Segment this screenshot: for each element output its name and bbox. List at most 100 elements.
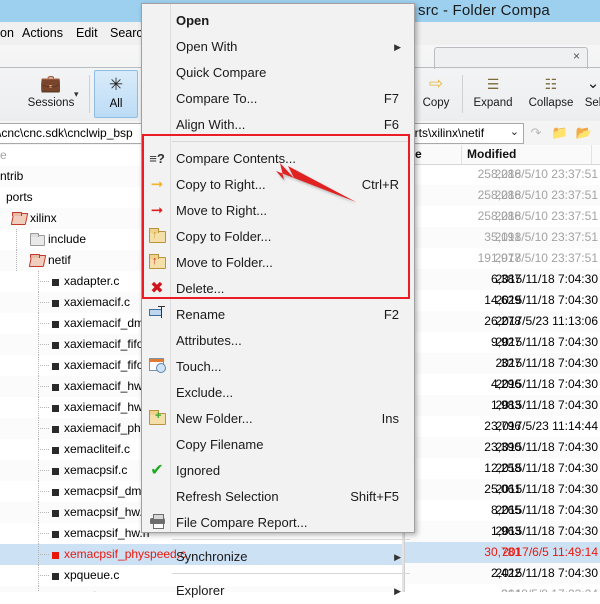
file-list-row[interactable]: 1,983 2015/11/18 7:04:30 bbox=[405, 395, 600, 416]
chevron-down-icon[interactable]: ⌄ bbox=[510, 125, 519, 138]
context-menu-item[interactable]: Open With ▶ bbox=[143, 34, 413, 60]
collapse-button[interactable]: ☷ Collapse bbox=[522, 71, 580, 110]
select-button-label: Sel bbox=[584, 97, 600, 109]
file-modified-cell: 2017/5/23 11:13:06 bbox=[495, 314, 598, 328]
file-list-row[interactable]: 35,191 2018/5/10 23:37:51 bbox=[405, 227, 600, 248]
context-menu-item[interactable]: ↑ Copy to Folder... bbox=[143, 224, 413, 250]
context-menu-item[interactable]: Compare To... F7 bbox=[143, 86, 413, 112]
file-modified-cell: 2018/5/10 23:37:51 bbox=[494, 167, 598, 181]
context-menu-item-label: Touch... bbox=[176, 359, 222, 374]
refresh-icon[interactable]: ↷ bbox=[526, 123, 546, 142]
file-list-pane[interactable]: ze Modified 258,286 2018/5/10 23:37:51 258… bbox=[404, 145, 600, 592]
folder-open-icon bbox=[12, 212, 27, 225]
arrow-right-icon: ⇨ bbox=[428, 74, 444, 93]
file-modified-cell: 2015/11/18 7:04:30 bbox=[495, 335, 598, 349]
file-modified-cell: 2015/11/18 7:04:30 bbox=[495, 272, 598, 286]
file-list-row[interactable]: 1,963 2015/11/18 7:04:30 bbox=[405, 521, 600, 542]
context-menu-item[interactable]: + New Folder... Ins bbox=[143, 406, 413, 432]
menubar-item-edit[interactable]: Edit bbox=[76, 26, 98, 40]
file-list-row[interactable]: 258,286 2018/5/10 23:37:51 bbox=[405, 164, 600, 185]
tree-twig-line bbox=[38, 512, 49, 513]
file-list-row[interactable]: 6,387 2015/11/18 7:04:30 bbox=[405, 269, 600, 290]
tree-twig-line bbox=[38, 386, 49, 387]
file-list-row[interactable]: 12,258 2015/11/18 7:04:30 bbox=[405, 458, 600, 479]
file-bullet-icon bbox=[52, 321, 59, 328]
up-folder-icon[interactable]: 📂 bbox=[574, 123, 594, 142]
select-button[interactable]: ⌄ Sel bbox=[578, 71, 600, 110]
file-list-row[interactable]: 25,061 2015/11/18 7:04:30 bbox=[405, 479, 600, 500]
context-menu[interactable]: Open Open With ▶ Quick Compare Compare To...… bbox=[141, 3, 415, 598]
file-modified-cell: 2015/11/18 7:04:30 bbox=[495, 440, 598, 454]
file-list-row[interactable]: 258,286 2018/5/10 23:37:51 bbox=[405, 206, 600, 227]
file-bullet-icon bbox=[52, 363, 59, 370]
context-menu-item[interactable]: Touch... bbox=[143, 354, 413, 380]
tree-row-label: include bbox=[48, 232, 87, 246]
file-bullet-icon bbox=[52, 447, 59, 454]
tree-twig-line bbox=[38, 554, 49, 555]
submenu-arrow-icon: ▶ bbox=[394, 552, 401, 562]
tree-twig-line bbox=[38, 407, 49, 408]
file-modified-cell: 2018/5/10 23:37:51 bbox=[494, 251, 598, 265]
file-list-row[interactable]: 258,286 2018/5/10 23:37:51 bbox=[405, 185, 600, 206]
context-menu-item[interactable]: ↑ Move to Folder... bbox=[143, 250, 413, 276]
file-modified-cell: 2015/11/18 7:04:30 bbox=[495, 377, 598, 391]
file-list-row[interactable]: 2142018/5/8 17:23:24 bbox=[405, 584, 600, 592]
menubar-item-searc[interactable]: Searc bbox=[110, 26, 143, 40]
menubar-item-actions[interactable]: Actions bbox=[22, 26, 63, 40]
column-divider[interactable] bbox=[461, 145, 462, 164]
menubar-item-on[interactable]: on bbox=[0, 26, 14, 40]
expand-button[interactable]: ☰ Expand bbox=[466, 71, 520, 110]
tree-twig-line bbox=[38, 575, 49, 576]
folder-open-icon bbox=[30, 254, 45, 267]
copy-button[interactable]: ⇨ Copy bbox=[414, 71, 458, 110]
left-path-text: \cnc\cnc.sdk\cnclwip_bsp bbox=[0, 126, 133, 140]
tree-row-label: e bbox=[0, 148, 7, 162]
context-menu-item[interactable]: Copy Filename bbox=[143, 432, 413, 458]
file-list-row[interactable]: 9,927 2015/11/18 7:04:30 bbox=[405, 332, 600, 353]
file-bullet-icon bbox=[52, 300, 59, 307]
file-list-row[interactable]: 191,977 2018/5/10 23:37:51 bbox=[405, 248, 600, 269]
file-list-row[interactable]: 4,296 2015/11/18 7:04:30 bbox=[405, 374, 600, 395]
context-menu-item[interactable]: Rename F2 bbox=[143, 302, 413, 328]
sessions-dropdown-arrow[interactable]: ▾ bbox=[74, 89, 79, 100]
file-list-row[interactable]: 23,796 2017/5/23 11:14:44 bbox=[405, 416, 600, 437]
column-divider-2[interactable] bbox=[591, 145, 592, 164]
context-menu-item[interactable]: File Compare Report... bbox=[143, 510, 413, 536]
file-list-row[interactable]: 30,781 2017/6/5 11:49:14 bbox=[405, 542, 600, 563]
context-menu-item[interactable]: Refresh Selection Shift+F5 bbox=[143, 484, 413, 510]
context-menu-item[interactable]: Explorer ▶ bbox=[143, 578, 413, 604]
context-menu-item[interactable]: ✔ Ignored bbox=[143, 458, 413, 484]
tree-guide-line bbox=[16, 250, 17, 271]
file-list-row[interactable]: 2,422 2015/11/18 7:04:30 bbox=[405, 563, 600, 584]
browse-folder-icon[interactable]: 📁 bbox=[550, 123, 570, 142]
left-path-input[interactable]: \cnc\cnc.sdk\cnclwip_bsp bbox=[0, 123, 142, 144]
close-icon[interactable]: × bbox=[573, 49, 580, 63]
toolbar-separator-3 bbox=[462, 75, 463, 113]
file-modified-cell: 2015/11/18 7:04:30 bbox=[495, 356, 598, 370]
arrow-right-red-icon: ➞ bbox=[150, 202, 164, 219]
file-list-row[interactable]: 327 2015/11/18 7:04:30 bbox=[405, 353, 600, 374]
file-bullet-icon bbox=[52, 342, 59, 349]
check-green-icon: ✔ bbox=[150, 462, 164, 479]
context-menu-item-label: Open bbox=[176, 13, 210, 28]
context-menu-item[interactable]: Synchronize ▶ bbox=[143, 544, 413, 570]
file-list-row[interactable]: 8,265 2015/11/18 7:04:30 bbox=[405, 500, 600, 521]
context-menu-item[interactable]: Exclude... bbox=[143, 380, 413, 406]
context-menu-item[interactable]: Align With... F6 bbox=[143, 112, 413, 138]
context-menu-item[interactable]: Open bbox=[143, 8, 413, 34]
toolbar-separator bbox=[89, 75, 90, 113]
file-list-row[interactable]: 14,629 2015/11/18 7:04:30 bbox=[405, 290, 600, 311]
context-menu-item-label: Quick Compare bbox=[176, 65, 267, 80]
file-list-row[interactable]: 26,278 2017/5/23 11:13:06 bbox=[405, 311, 600, 332]
tree-twig-line bbox=[38, 344, 49, 345]
file-list-row[interactable]: 23,390 2015/11/18 7:04:30 bbox=[405, 437, 600, 458]
delete-x-icon: ✖ bbox=[150, 280, 164, 297]
context-menu-item[interactable]: Quick Compare bbox=[143, 60, 413, 86]
right-path-input[interactable]: orts\xilinx\netif ⌄ bbox=[404, 123, 524, 144]
context-menu-item[interactable]: ✖ Delete... bbox=[143, 276, 413, 302]
session-tab[interactable]: × bbox=[434, 47, 588, 69]
tree-twig-line bbox=[38, 470, 49, 471]
column-header-modified[interactable]: Modified bbox=[467, 147, 516, 161]
filter-all-button[interactable]: ✳ All bbox=[94, 70, 138, 118]
context-menu-item[interactable]: Attributes... bbox=[143, 328, 413, 354]
